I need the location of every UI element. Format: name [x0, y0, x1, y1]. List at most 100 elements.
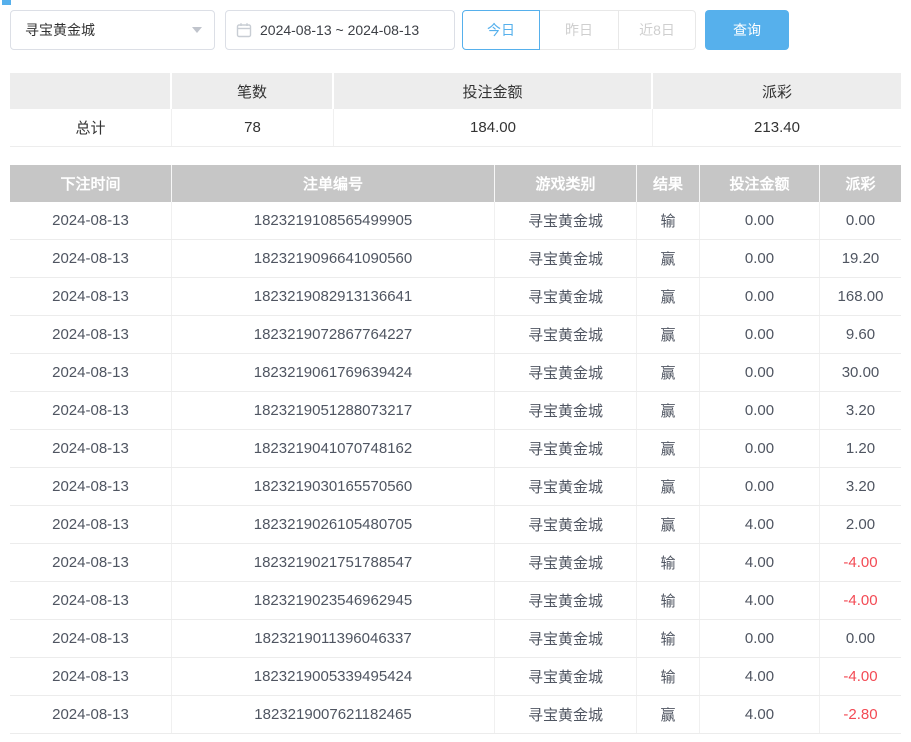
cell-result: 赢	[637, 240, 700, 277]
cell-result: 输	[637, 582, 700, 619]
game-select[interactable]: 寻宝黄金城	[10, 10, 215, 50]
cell-result: 赢	[637, 506, 700, 543]
cell-bet-time: 2024-08-13	[10, 544, 172, 581]
cell-order-id: 1823219026105480705	[172, 506, 495, 543]
cell-game-type: 寻宝黄金城	[495, 354, 637, 391]
table-row: 2024-08-13 1823219072867764227 寻宝黄金城 赢 0…	[10, 316, 901, 354]
cell-result: 赢	[637, 468, 700, 505]
cell-game-type: 寻宝黄金城	[495, 278, 637, 315]
cell-result: 赢	[637, 430, 700, 467]
date-range-picker[interactable]: 2024-08-13 ~ 2024-08-13	[225, 10, 455, 50]
game-select-value: 寻宝黄金城	[25, 20, 95, 40]
summary-header-bet-amount: 投注金额	[334, 73, 653, 109]
cell-game-type: 寻宝黄金城	[495, 202, 637, 239]
cell-game-type: 寻宝黄金城	[495, 240, 637, 277]
cell-order-id: 1823219030165570560	[172, 468, 495, 505]
cell-order-id: 1823219072867764227	[172, 316, 495, 353]
table-row: 2024-08-13 1823219007621182465 寻宝黄金城 赢 4…	[10, 696, 901, 734]
cell-bet-time: 2024-08-13	[10, 468, 172, 505]
cell-bet-time: 2024-08-13	[10, 506, 172, 543]
table-row: 2024-08-13 1823219108565499905 寻宝黄金城 输 0…	[10, 202, 901, 240]
cell-bet-amount: 4.00	[700, 506, 820, 543]
cell-payout: 3.20	[820, 392, 901, 429]
cell-bet-time: 2024-08-13	[10, 620, 172, 657]
summary-table: 笔数 投注金额 派彩 总计 78 184.00 213.40	[10, 73, 901, 147]
cell-result: 输	[637, 620, 700, 657]
table-body: 2024-08-13 1823219108565499905 寻宝黄金城 输 0…	[10, 202, 901, 734]
cell-bet-amount: 0.00	[700, 240, 820, 277]
cell-result: 输	[637, 544, 700, 581]
cell-payout: 9.60	[820, 316, 901, 353]
cell-result: 输	[637, 202, 700, 239]
cell-bet-time: 2024-08-13	[10, 658, 172, 695]
cell-result: 赢	[637, 316, 700, 353]
table-row: 2024-08-13 1823219005339495424 寻宝黄金城 输 4…	[10, 658, 901, 696]
summary-total-count: 78	[172, 109, 334, 146]
cell-order-id: 1823219021751788547	[172, 544, 495, 581]
cell-game-type: 寻宝黄金城	[495, 468, 637, 505]
calendar-icon	[236, 22, 252, 38]
table-row: 2024-08-13 1823219061769639424 寻宝黄金城 赢 0…	[10, 354, 901, 392]
table-row: 2024-08-13 1823219051288073217 寻宝黄金城 赢 0…	[10, 392, 901, 430]
last-8-days-button[interactable]: 近8日	[618, 10, 696, 50]
cell-order-id: 1823219096641090560	[172, 240, 495, 277]
search-button[interactable]: 查询	[705, 10, 789, 50]
cell-game-type: 寻宝黄金城	[495, 658, 637, 695]
table-row: 2024-08-13 1823219026105480705 寻宝黄金城 赢 4…	[10, 506, 901, 544]
summary-header-payout: 派彩	[653, 73, 901, 109]
cell-bet-amount: 4.00	[700, 658, 820, 695]
cell-bet-time: 2024-08-13	[10, 278, 172, 315]
cell-bet-time: 2024-08-13	[10, 202, 172, 239]
cell-bet-time: 2024-08-13	[10, 696, 172, 733]
cell-result: 赢	[637, 392, 700, 429]
cell-order-id: 1823219108565499905	[172, 202, 495, 239]
cell-bet-amount: 4.00	[700, 696, 820, 733]
cell-result: 赢	[637, 278, 700, 315]
table-row: 2024-08-13 1823219041070748162 寻宝黄金城 赢 0…	[10, 430, 901, 468]
cell-bet-amount: 4.00	[700, 582, 820, 619]
cell-payout: -2.80	[820, 696, 901, 733]
cell-order-id: 1823219023546962945	[172, 582, 495, 619]
cell-payout: -4.00	[820, 582, 901, 619]
header-payout: 派彩	[820, 165, 901, 202]
cell-bet-time: 2024-08-13	[10, 240, 172, 277]
cell-payout: 3.20	[820, 468, 901, 505]
table-row: 2024-08-13 1823219082913136641 寻宝黄金城 赢 0…	[10, 278, 901, 316]
summary-header-blank	[10, 73, 172, 109]
cell-game-type: 寻宝黄金城	[495, 392, 637, 429]
cell-game-type: 寻宝黄金城	[495, 316, 637, 353]
cell-payout: 30.00	[820, 354, 901, 391]
header-order-id: 注单编号	[172, 165, 495, 202]
cell-payout: 0.00	[820, 620, 901, 657]
cell-bet-amount: 0.00	[700, 354, 820, 391]
quick-range-button-group: 今日 昨日 近8日	[462, 10, 696, 50]
cell-payout: 0.00	[820, 202, 901, 239]
cell-payout: 168.00	[820, 278, 901, 315]
cell-game-type: 寻宝黄金城	[495, 544, 637, 581]
cell-payout: 19.20	[820, 240, 901, 277]
chevron-down-icon	[192, 27, 202, 33]
cell-order-id: 1823219061769639424	[172, 354, 495, 391]
cell-payout: -4.00	[820, 544, 901, 581]
cell-game-type: 寻宝黄金城	[495, 582, 637, 619]
cell-bet-time: 2024-08-13	[10, 354, 172, 391]
summary-total-bet-amount: 184.00	[334, 109, 653, 146]
cell-result: 输	[637, 658, 700, 695]
cell-bet-amount: 0.00	[700, 392, 820, 429]
cell-bet-amount: 4.00	[700, 544, 820, 581]
toolbar: 寻宝黄金城 2024-08-13 ~ 2024-08-13 今日 昨日 近8日 …	[0, 0, 911, 50]
cell-bet-time: 2024-08-13	[10, 392, 172, 429]
cell-game-type: 寻宝黄金城	[495, 506, 637, 543]
today-button[interactable]: 今日	[462, 10, 540, 50]
summary-total-label: 总计	[10, 109, 172, 146]
summary-total-row: 总计 78 184.00 213.40	[10, 109, 901, 147]
cell-game-type: 寻宝黄金城	[495, 430, 637, 467]
cell-bet-amount: 0.00	[700, 316, 820, 353]
cell-game-type: 寻宝黄金城	[495, 696, 637, 733]
top-left-blue-fragment	[2, 0, 11, 5]
table-row: 2024-08-13 1823219023546962945 寻宝黄金城 输 4…	[10, 582, 901, 620]
bet-records-table: 下注时间 注单编号 游戏类别 结果 投注金额 派彩 2024-08-13 182…	[10, 165, 901, 734]
cell-bet-time: 2024-08-13	[10, 582, 172, 619]
table-header-row: 下注时间 注单编号 游戏类别 结果 投注金额 派彩	[10, 165, 901, 202]
yesterday-button[interactable]: 昨日	[540, 10, 618, 50]
